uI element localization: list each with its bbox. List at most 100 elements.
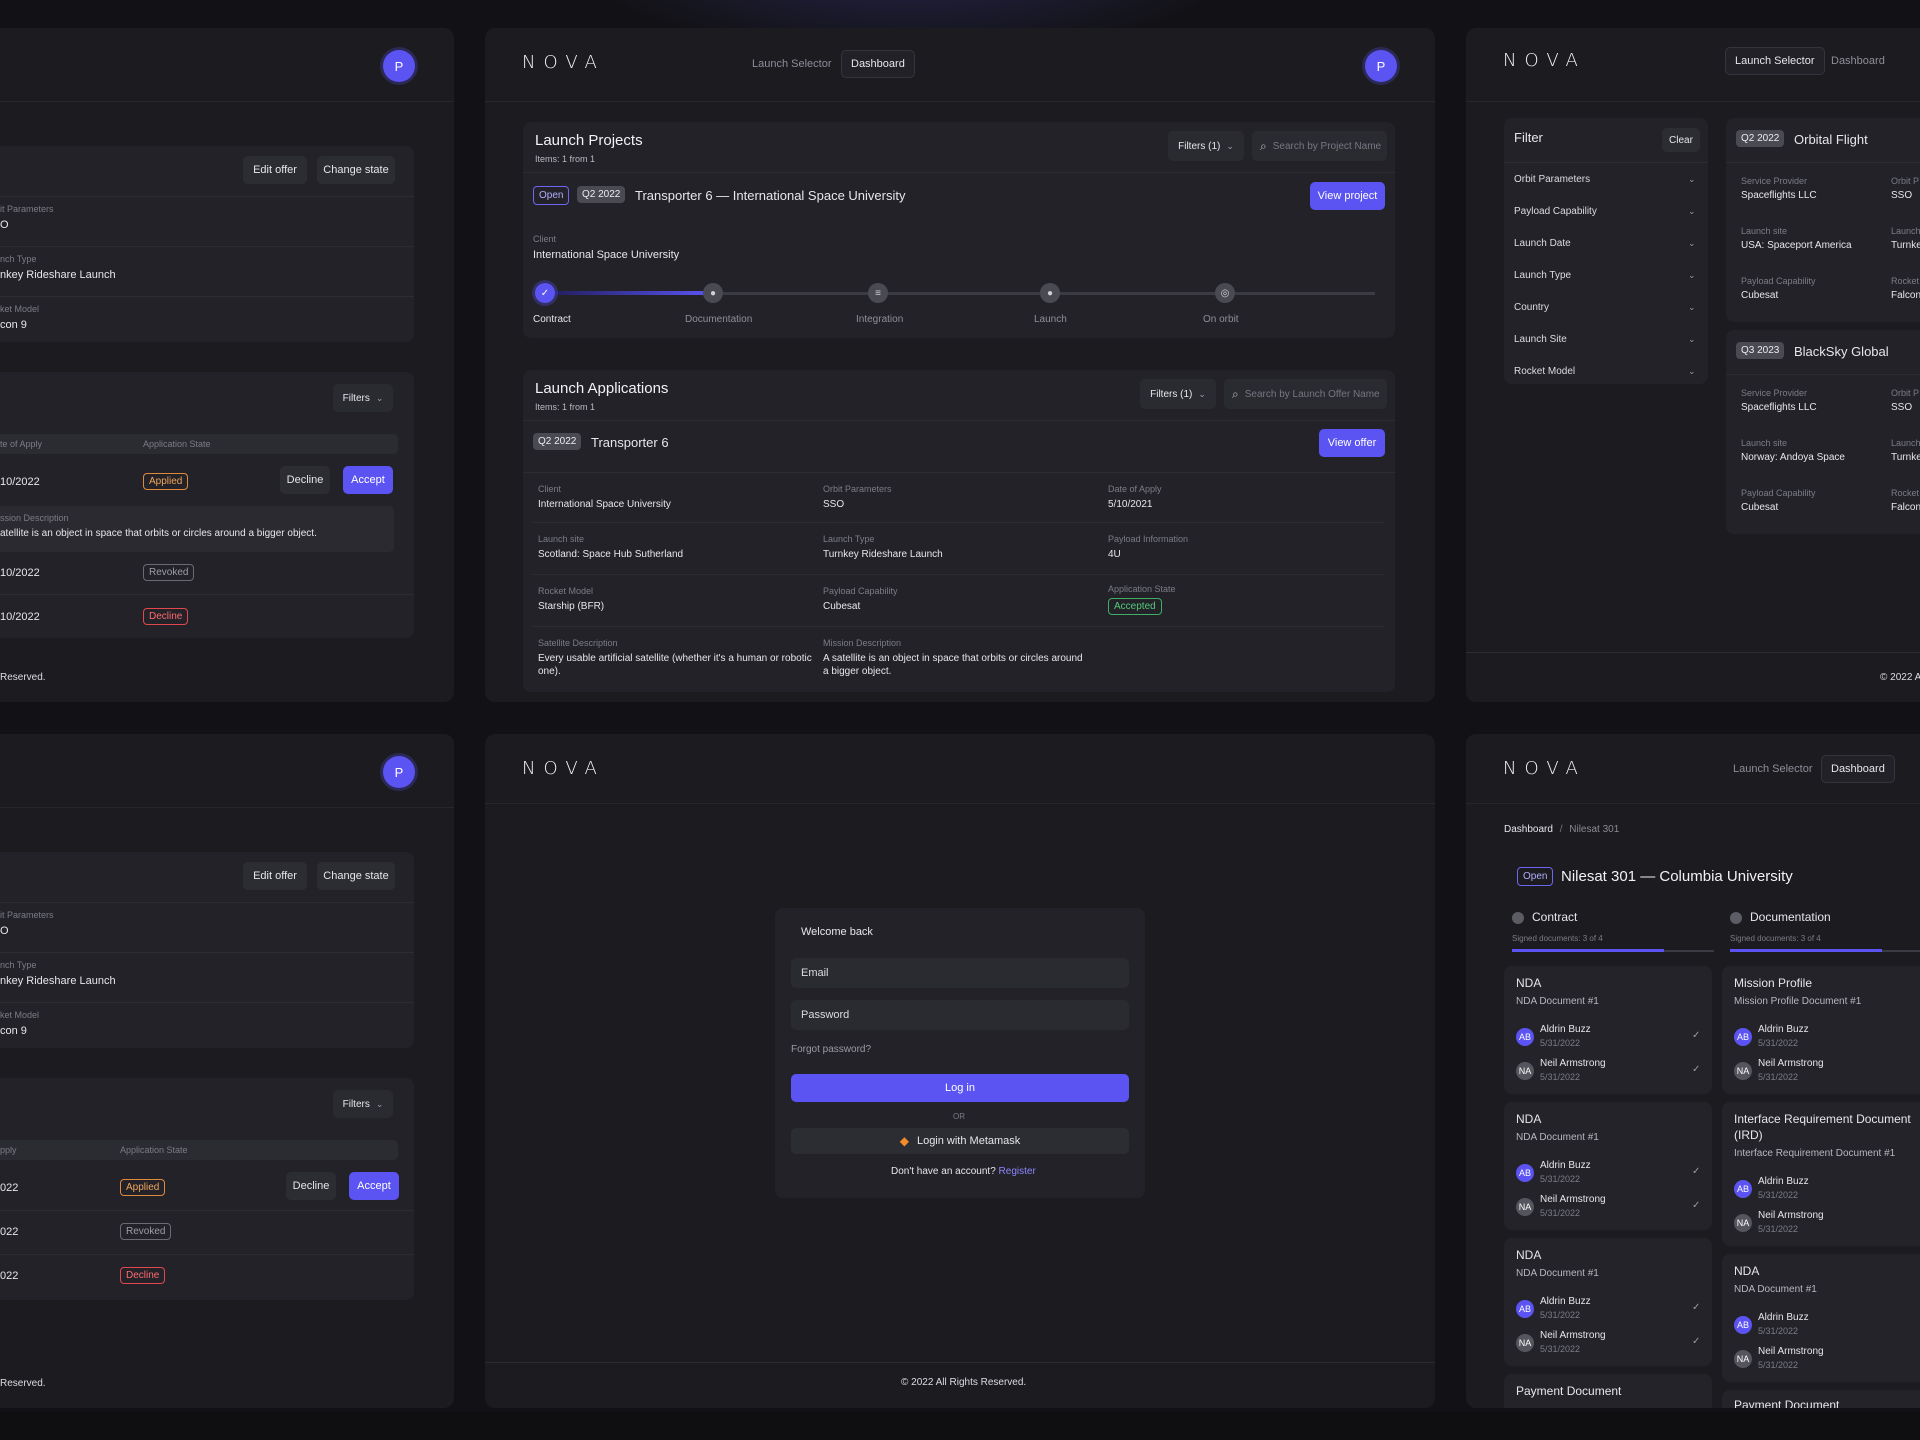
sign-date: 5/31/2022	[1758, 1072, 1799, 1082]
field-label: Satellite Description	[538, 638, 618, 648]
doc-sub: Mission Profile Document #1	[1734, 996, 1862, 1007]
filter-launch-type[interactable]: Launch Type	[1514, 270, 1571, 281]
filters-button[interactable]: Filters (1) ⌄	[1140, 379, 1216, 409]
accept-button[interactable]: Accept	[349, 1172, 399, 1200]
check-icon: ✓	[1692, 1030, 1701, 1041]
offer-search-input[interactable]: ⌕ Search by Launch Offer Name	[1224, 379, 1387, 409]
field-value: Falcon	[1891, 502, 1920, 513]
filter-country[interactable]: Country	[1514, 302, 1549, 313]
status-badge: Decline	[120, 1267, 166, 1284]
document-card[interactable]: NDA NDA Document #1 AB Aldrin Buzz 5/31/…	[1504, 1102, 1712, 1230]
breadcrumb-home[interactable]: Dashboard	[1504, 824, 1553, 835]
document-card[interactable]: NDA NDA Document #1 AB Aldrin Buzz 5/31/…	[1504, 966, 1712, 1094]
step-launch-icon[interactable]: ●	[1040, 283, 1060, 303]
step-label: Contract	[533, 314, 571, 325]
password-field[interactable]: Password	[791, 1000, 1129, 1030]
user-avatar[interactable]: P	[1365, 50, 1397, 82]
email-field[interactable]: Email	[791, 958, 1129, 988]
filters-button[interactable]: Filters ⌄	[333, 1090, 393, 1118]
document-card[interactable]: NDA NDA Document #1 AB Aldrin Buzz 5/31/…	[1722, 1254, 1920, 1382]
user-avatar[interactable]: P	[383, 756, 415, 788]
filter-orbit-parameters[interactable]: Orbit Parameters	[1514, 174, 1590, 185]
forgot-password-link[interactable]: Forgot password?	[791, 1044, 871, 1055]
field-value: a bigger object.	[823, 666, 892, 677]
status-badge: Decline	[143, 608, 189, 625]
nav-launch-selector[interactable]: Launch Selector	[1725, 47, 1825, 75]
edit-offer-button[interactable]: Edit offer	[243, 862, 307, 890]
change-state-button[interactable]: Change state	[317, 156, 395, 184]
change-state-button[interactable]: Change state	[317, 862, 395, 890]
nav-dashboard[interactable]: Dashboard	[841, 50, 915, 78]
step-orbit-icon[interactable]: ◎	[1215, 283, 1235, 303]
nova-logo[interactable]: NOVA	[522, 758, 605, 779]
signer-name: Neil Armstrong	[1540, 1330, 1606, 1341]
nav-dashboard[interactable]: Dashboard	[1822, 48, 1894, 74]
filters-label: Filters (1)	[1150, 388, 1193, 400]
status-badge: Applied	[120, 1179, 166, 1196]
step-integration-icon[interactable]: ≡	[868, 283, 888, 303]
no-account-text: Don't have an account?	[891, 1166, 996, 1177]
filter-rocket-model[interactable]: Rocket Model	[1514, 366, 1575, 377]
offer-card[interactable]: Q3 2023 BlackSky Global Service Provider…	[1726, 330, 1920, 534]
sign-date: 5/31/2022	[1540, 1344, 1581, 1354]
field-value: 5/10/2021	[1108, 499, 1153, 510]
chevron-down-icon[interactable]: ⌄	[1688, 238, 1696, 249]
chevron-down-icon[interactable]: ⌄	[1688, 270, 1696, 281]
footer-copyright: © 2022 All Rights Reserved.	[901, 1377, 1027, 1388]
decline-button[interactable]: Decline	[280, 466, 330, 494]
step-documentation-icon[interactable]: ●	[703, 283, 723, 303]
user-avatar[interactable]: P	[383, 50, 415, 82]
filter-launch-date[interactable]: Launch Date	[1514, 238, 1571, 249]
filters-button[interactable]: Filters (1) ⌄	[1168, 131, 1244, 161]
divider	[0, 594, 414, 595]
filter-launch-site[interactable]: Launch Site	[1514, 334, 1567, 345]
clear-filter-button[interactable]: Clear	[1662, 128, 1700, 152]
document-card[interactable]: Payment Document	[1504, 1374, 1712, 1408]
offer-card[interactable]: Q2 2022 Orbital Flight Service Provider …	[1726, 118, 1920, 322]
divider	[1726, 162, 1920, 163]
signer-name: Neil Armstrong	[1758, 1058, 1824, 1069]
chevron-down-icon[interactable]: ⌄	[1688, 206, 1696, 217]
step-contract-icon[interactable]: ✓	[535, 283, 555, 303]
signed-count: Signed documents: 3 of 4	[1512, 934, 1603, 943]
project-search-input[interactable]: ⌕ Search by Project Name	[1252, 131, 1387, 161]
nova-logo[interactable]: NOVA	[1503, 50, 1586, 71]
edit-offer-button[interactable]: Edit offer	[243, 156, 307, 184]
sign-date: 5/31/2022	[1758, 1190, 1799, 1200]
decline-button[interactable]: Decline	[286, 1172, 336, 1200]
document-card[interactable]: Interface Requirement Document (IRD) Int…	[1722, 1102, 1920, 1246]
nova-logo[interactable]: NOVA	[522, 52, 605, 73]
document-card[interactable]: Payment Document	[1722, 1390, 1920, 1408]
document-card[interactable]: NDA NDA Document #1 AB Aldrin Buzz 5/31/…	[1504, 1238, 1712, 1366]
chevron-down-icon[interactable]: ⌄	[1688, 366, 1696, 377]
quarter-tag: Q2 2022	[533, 433, 582, 450]
field-label: Launch site	[1741, 438, 1788, 448]
register-link[interactable]: Register	[999, 1166, 1036, 1177]
nav-dashboard[interactable]: Dashboard	[1821, 755, 1895, 783]
login-button[interactable]: Log in	[791, 1074, 1129, 1102]
filter-payload-capability[interactable]: Payload Capability	[1514, 206, 1597, 217]
chevron-down-icon[interactable]: ⌄	[1688, 174, 1696, 185]
accept-button[interactable]: Accept	[343, 466, 393, 494]
field-value: USA: Spaceport America	[1741, 240, 1852, 251]
filters-button[interactable]: Filters ⌄	[333, 384, 393, 412]
search-placeholder: Search by Project Name	[1272, 140, 1382, 152]
nav-launch-selector[interactable]: Launch Selector	[1724, 756, 1822, 782]
nova-logo[interactable]: NOVA	[1503, 758, 1586, 779]
view-offer-button[interactable]: View offer	[1319, 429, 1385, 457]
metamask-login-button[interactable]: ◆ Login with Metamask	[791, 1128, 1129, 1154]
signer-name: Aldrin Buzz	[1540, 1160, 1591, 1171]
header: NOVA Launch Selector Dashboard	[1466, 734, 1920, 804]
field-value: Spaceflights LLC	[1741, 402, 1817, 413]
status-tag: Open	[533, 186, 570, 205]
divider	[1466, 652, 1920, 653]
filter-sidebar: Filter Clear Orbit Parameters ⌄ Payload C…	[1504, 118, 1708, 384]
chevron-down-icon[interactable]: ⌄	[1688, 302, 1696, 313]
document-card[interactable]: Mission Profile Mission Profile Document…	[1722, 966, 1920, 1094]
chevron-down-icon[interactable]: ⌄	[1688, 334, 1696, 345]
signer-name: Neil Armstrong	[1758, 1210, 1824, 1221]
documentation-column-icon	[1730, 912, 1742, 924]
view-project-button[interactable]: View project	[1310, 182, 1385, 210]
nav-launch-selector[interactable]: Launch Selector	[743, 51, 841, 77]
field-value: Every usable artificial satellite (wheth…	[538, 653, 812, 664]
